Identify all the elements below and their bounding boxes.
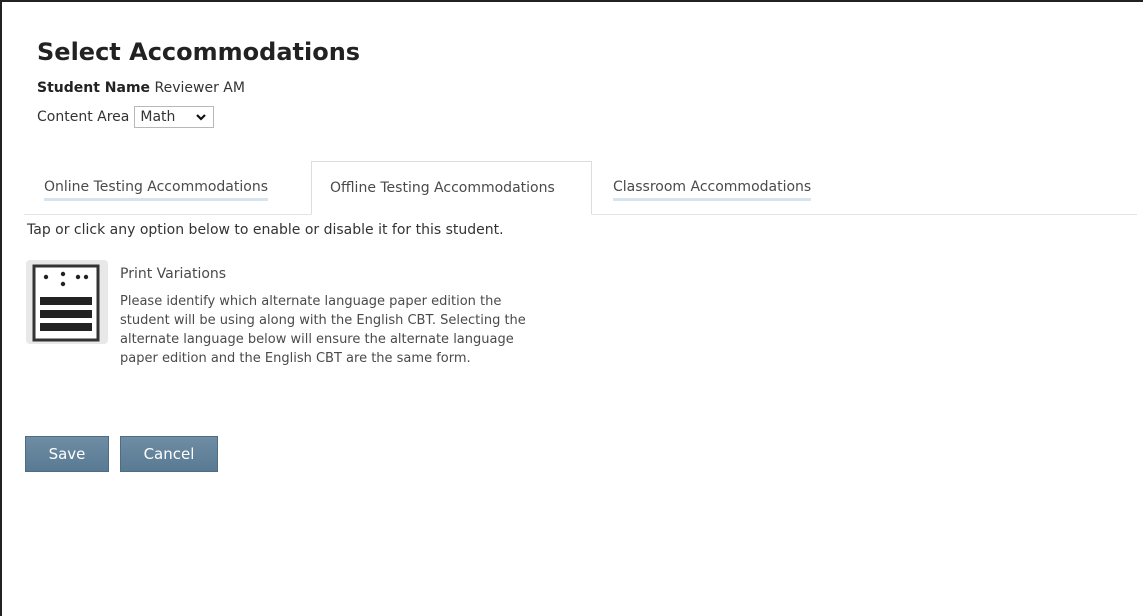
tab-classroom-label: Classroom Accommodations	[613, 179, 812, 201]
student-name-row: Student Name Reviewer AM	[37, 80, 245, 96]
student-name-value: Reviewer AM	[154, 80, 245, 96]
page-title: Select Accommodations	[37, 38, 361, 66]
instructions-text: Tap or click any option below to enable …	[27, 222, 504, 238]
tab-offline-testing-label: Offline Testing Accommodations	[330, 180, 555, 196]
content-area-label: Content Area	[37, 109, 130, 125]
cancel-button[interactable]: Cancel	[120, 436, 218, 472]
content-area-selected-value: Math	[140, 109, 176, 125]
tab-online-testing-label: Online Testing Accommodations	[44, 179, 268, 201]
tab-online-testing[interactable]: Online Testing Accommodations	[44, 161, 294, 214]
chevron-down-icon	[196, 114, 207, 121]
student-name-label: Student Name	[37, 80, 151, 96]
tab-classroom[interactable]: Classroom Accommodations	[613, 161, 833, 214]
tab-offline-testing[interactable]: Offline Testing Accommodations	[311, 161, 592, 215]
print-variations-icon[interactable]	[26, 260, 108, 344]
accommodation-title[interactable]: Print Variations	[120, 266, 226, 282]
content-area-select[interactable]: Math	[134, 106, 215, 128]
save-button[interactable]: Save	[25, 436, 109, 472]
accommodation-description: Please identify which alternate language…	[120, 294, 526, 366]
content-area-row: Content Area Math	[37, 106, 215, 128]
